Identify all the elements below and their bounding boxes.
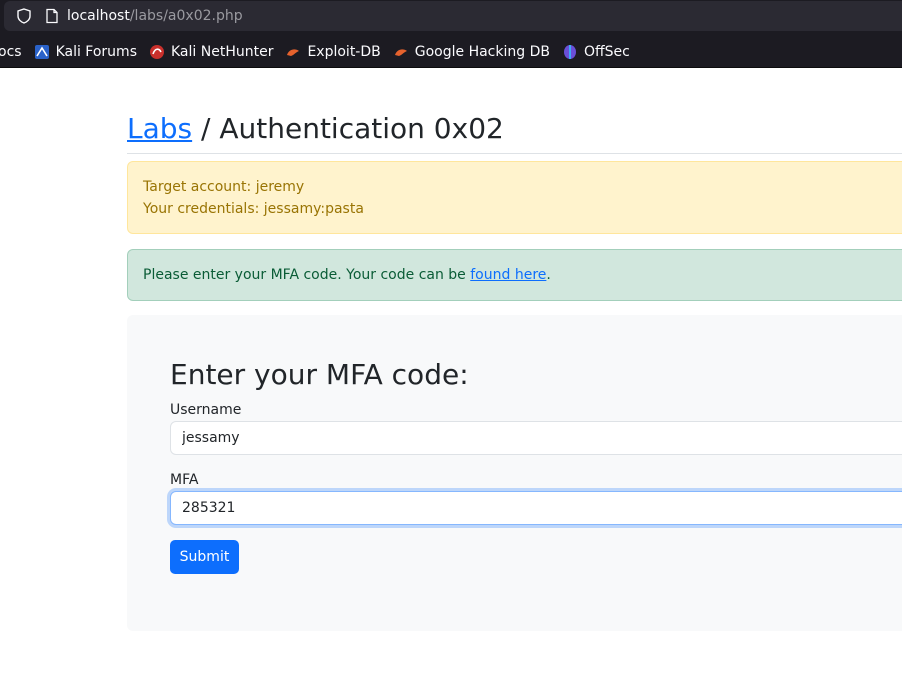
- target-account-text: Target account: jeremy: [143, 179, 305, 195]
- mfa-info-suffix: .: [546, 267, 551, 283]
- your-credentials-text: Your credentials: jessamy:pasta: [143, 201, 364, 217]
- address-bar[interactable]: localhost/labs/a0x02.php: [4, 1, 902, 31]
- found-here-link[interactable]: found here: [470, 267, 546, 283]
- bookmark-google-hacking-db[interactable]: Google Hacking DB: [393, 44, 550, 60]
- mfa-input[interactable]: [170, 491, 902, 525]
- bookmark-exploit-db[interactable]: Exploit-DB: [285, 43, 381, 60]
- exploit-db-icon: [287, 48, 300, 56]
- ghdb-icon: [394, 48, 407, 56]
- bookmark-label: Exploit-DB: [307, 43, 381, 60]
- bookmark-label: Google Hacking DB: [414, 43, 550, 60]
- bookmark-kali-forums[interactable]: Kali Forums: [34, 44, 137, 60]
- chrome-divider: [0, 67, 902, 68]
- breadcrumb-current: / Authentication 0x02: [192, 112, 504, 145]
- bookmark-docs[interactable]: ocs: [0, 44, 22, 60]
- bookmark-offsec[interactable]: OffSec: [562, 44, 630, 60]
- username-input[interactable]: [170, 421, 902, 455]
- kali-dragon-icon: [34, 44, 49, 59]
- breadcrumb-labs-link[interactable]: Labs: [127, 112, 192, 145]
- title-divider: [127, 153, 902, 154]
- bookmark-label: ocs: [0, 43, 22, 60]
- username-label: Username: [170, 402, 242, 418]
- bookmark-kali-nethunter[interactable]: Kali NetHunter: [149, 44, 273, 60]
- submit-button[interactable]: Submit: [170, 540, 239, 574]
- bookmark-label: OffSec: [583, 43, 630, 60]
- offsec-icon: [563, 44, 576, 59]
- url-text[interactable]: localhost/labs/a0x02.php: [67, 8, 243, 24]
- url-path: /labs/a0x02.php: [129, 8, 243, 24]
- bookmark-label: Kali Forums: [55, 43, 137, 60]
- page-icon: [46, 8, 58, 24]
- shield-icon[interactable]: [16, 8, 32, 24]
- mfa-label: MFA: [170, 472, 199, 488]
- page-title: Labs / Authentication 0x02: [127, 111, 504, 147]
- mfa-info-text: Please enter your MFA code. Your code ca…: [143, 267, 471, 283]
- browser-chrome: localhost/labs/a0x02.php ocs Kali Forums…: [0, 0, 902, 68]
- nethunter-icon: [150, 44, 164, 59]
- mfa-info-alert: Please enter your MFA code. Your code ca…: [127, 249, 902, 301]
- bookmark-label: Kali NetHunter: [171, 43, 274, 60]
- form-heading: Enter your MFA code:: [170, 358, 469, 391]
- credentials-alert: Target account: jeremy Your credentials:…: [127, 161, 902, 234]
- url-host: localhost: [67, 8, 130, 24]
- bookmarks-toolbar: ocs Kali Forums Kali NetHunter Exploit-D…: [0, 36, 900, 67]
